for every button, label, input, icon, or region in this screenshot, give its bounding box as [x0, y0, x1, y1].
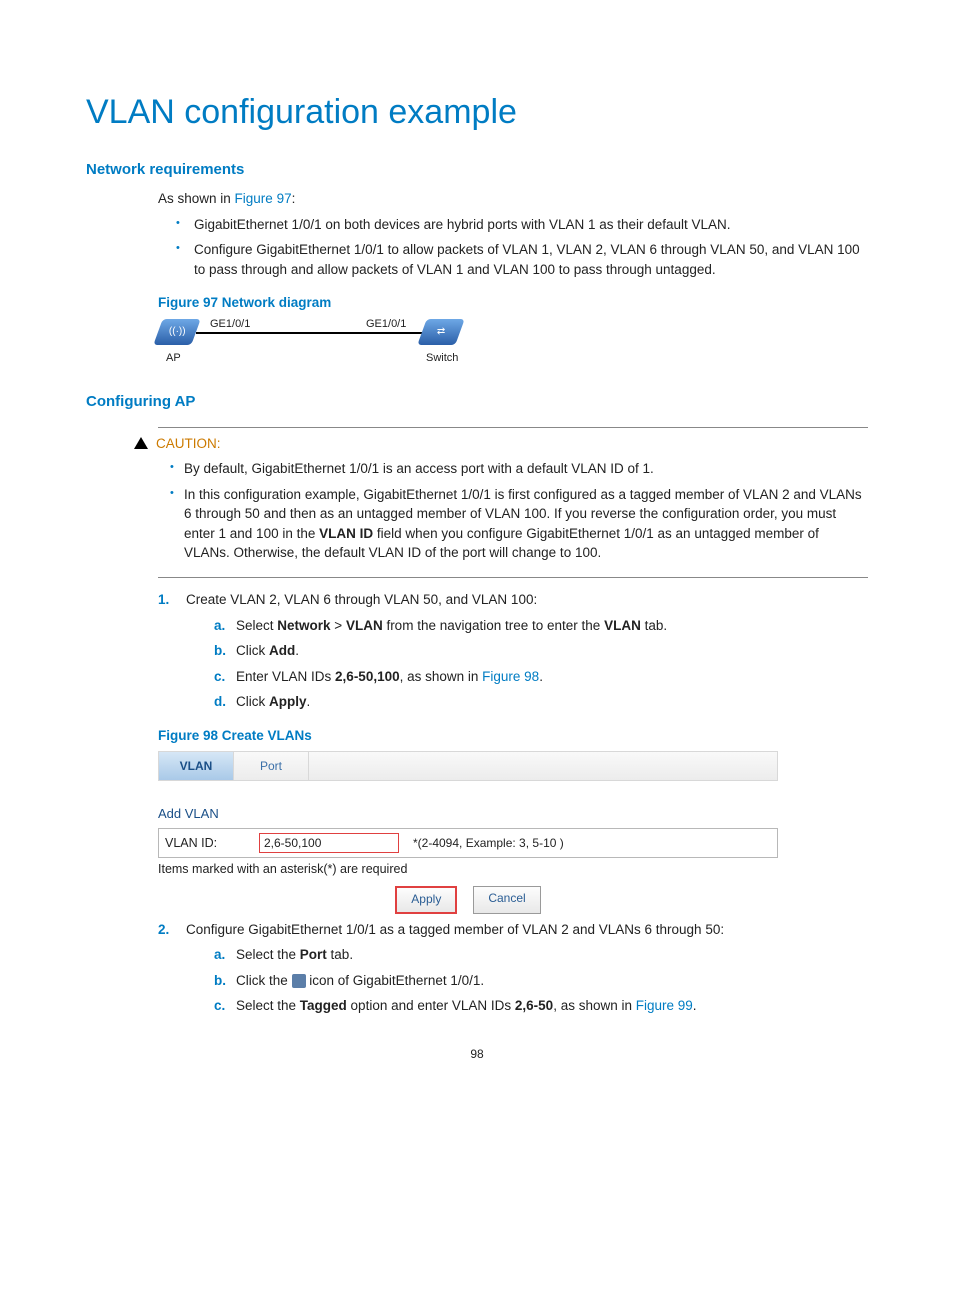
step-2: Configure GigabitEthernet 1/0/1 as a tag…: [158, 920, 868, 1016]
step-1c: Enter VLAN IDs 2,6-50,100, as shown in F…: [214, 667, 868, 687]
switch-label: Switch: [426, 351, 458, 367]
t: Network: [277, 618, 330, 633]
t: Add: [269, 643, 295, 658]
switch-device-icon: ⇄: [417, 319, 464, 345]
port-label-left: GE1/0/1: [210, 317, 250, 333]
page-title: VLAN configuration example: [86, 88, 868, 137]
port-label-right: GE1/0/1: [366, 317, 406, 333]
t: Tagged: [300, 998, 347, 1013]
t: .: [307, 694, 311, 709]
t: Select the: [236, 998, 300, 1013]
t: 2,6-50: [515, 998, 553, 1013]
t: , as shown in: [553, 998, 636, 1013]
t: .: [295, 643, 299, 658]
step-2c: Select the Tagged option and enter VLAN …: [214, 996, 868, 1016]
apply-button[interactable]: Apply: [395, 886, 457, 913]
link-figure-99[interactable]: Figure 99: [636, 998, 693, 1013]
step-1a: Select Network > VLAN from the navigatio…: [214, 616, 868, 636]
t: VLAN: [604, 618, 641, 633]
t: Select the: [236, 947, 300, 962]
caution-block: CAUTION: By default, GigabitEthernet 1/0…: [158, 427, 868, 578]
t: >: [331, 618, 346, 633]
vlan-id-input[interactable]: 2,6-50,100: [259, 833, 399, 853]
t: Click: [236, 694, 269, 709]
section-heading-configuring-ap: Configuring AP: [86, 391, 868, 413]
caution-bold: VLAN ID: [319, 526, 373, 541]
figure-97-diagram: ((·)) ⇄ GE1/0/1 GE1/0/1 AP Switch: [158, 319, 498, 377]
figure-97-caption: Figure 97 Network diagram: [158, 293, 868, 313]
t: Enter VLAN IDs: [236, 669, 335, 684]
link-figure-97[interactable]: Figure 97: [235, 191, 292, 206]
cancel-button[interactable]: Cancel: [473, 886, 540, 913]
page-number: 98: [86, 1046, 868, 1063]
t: tab.: [327, 947, 353, 962]
add-vlan-form: VLAN ID: 2,6-50,100 *(2-4094, Example: 3…: [158, 828, 778, 858]
t: Click the: [236, 973, 292, 988]
step-1d: Click Apply.: [214, 692, 868, 712]
ap-device-icon: ((·)): [153, 319, 200, 345]
t: tab.: [641, 618, 667, 633]
tab-bar: VLAN Port: [158, 751, 778, 781]
t: Port: [300, 947, 327, 962]
bullet-item: GigabitEthernet 1/0/1 on both devices ar…: [176, 215, 868, 235]
step-1b: Click Add.: [214, 641, 868, 661]
t: .: [693, 998, 697, 1013]
caution-item: In this configuration example, GigabitEt…: [170, 485, 868, 563]
t: .: [539, 669, 543, 684]
figure-98-caption: Figure 98 Create VLANs: [158, 726, 868, 746]
t: Click: [236, 643, 269, 658]
t: from the navigation tree to enter the: [383, 618, 604, 633]
vlan-id-hint: *(2-4094, Example: 3, 5-10 ): [413, 835, 564, 852]
vlan-id-label: VLAN ID:: [165, 834, 245, 852]
tab-vlan[interactable]: VLAN: [159, 752, 234, 780]
t: VLAN: [346, 618, 383, 633]
caution-item: By default, GigabitEthernet 1/0/1 is an …: [170, 459, 868, 479]
add-vlan-title: Add VLAN: [158, 805, 778, 824]
t: Apply: [269, 694, 307, 709]
figure-98-screenshot: VLAN Port Add VLAN VLAN ID: 2,6-50,100 *…: [158, 751, 778, 913]
ap-label: AP: [166, 351, 181, 367]
section-heading-network-requirements: Network requirements: [86, 159, 868, 181]
intro-prefix: As shown in: [158, 191, 235, 206]
step-2a: Select the Port tab.: [214, 945, 868, 965]
t: option and enter VLAN IDs: [347, 998, 515, 1013]
tab-port[interactable]: Port: [234, 752, 309, 780]
t: 2,6-50,100: [335, 669, 400, 684]
t: , as shown in: [400, 669, 483, 684]
required-note: Items marked with an asterisk(*) are req…: [158, 860, 778, 878]
intro-suffix: :: [292, 191, 296, 206]
edit-icon: [292, 974, 306, 988]
intro-paragraph: As shown in Figure 97:: [158, 189, 868, 209]
step-1-text: Create VLAN 2, VLAN 6 through VLAN 50, a…: [186, 592, 537, 607]
step-2-text: Configure GigabitEthernet 1/0/1 as a tag…: [186, 922, 724, 937]
network-req-bullets: GigabitEthernet 1/0/1 on both devices ar…: [176, 215, 868, 280]
t: icon of GigabitEthernet 1/0/1.: [306, 973, 485, 988]
bullet-item: Configure GigabitEthernet 1/0/1 to allow…: [176, 240, 868, 279]
t: Select: [236, 618, 277, 633]
warning-icon: [134, 437, 148, 449]
step-2b: Click the icon of GigabitEthernet 1/0/1.: [214, 971, 868, 991]
link-figure-98[interactable]: Figure 98: [482, 669, 539, 684]
step-1: Create VLAN 2, VLAN 6 through VLAN 50, a…: [158, 590, 868, 712]
caution-label: CAUTION:: [156, 434, 221, 454]
